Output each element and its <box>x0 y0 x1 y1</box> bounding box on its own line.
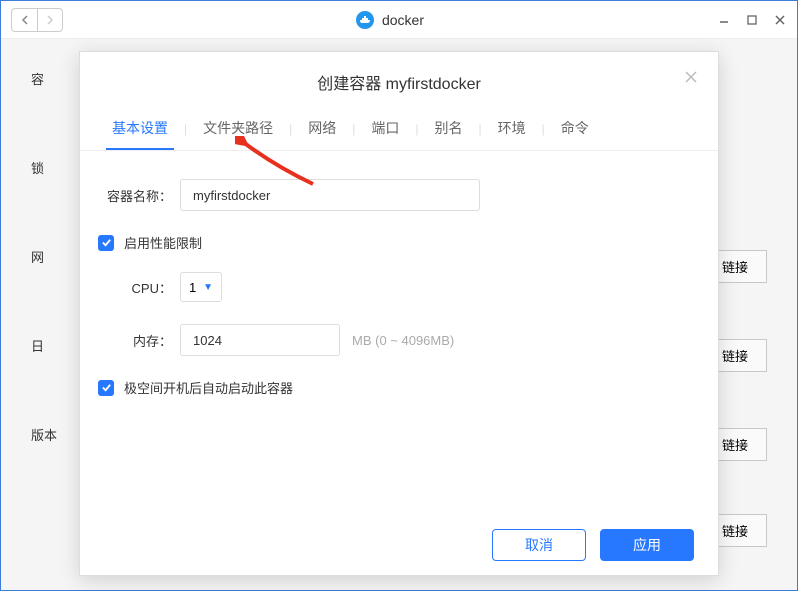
back-button[interactable] <box>11 8 37 32</box>
autostart-label: 极空间开机后自动启动此容器 <box>124 378 293 397</box>
caret-down-icon: ▼ <box>203 282 213 293</box>
autostart-row: 极空间开机后自动启动此容器 <box>98 378 700 397</box>
close-window-button[interactable] <box>773 13 787 27</box>
dialog-footer: 取消 应用 <box>80 515 718 575</box>
tab-basic-settings[interactable]: 基本设置 <box>106 108 174 150</box>
tab-command[interactable]: 命令 <box>555 108 595 150</box>
maximize-button[interactable] <box>745 13 759 27</box>
nav-buttons <box>11 8 63 32</box>
perf-limit-checkbox[interactable] <box>98 235 114 251</box>
dialog-header: 创建容器 myfirstdocker <box>80 52 718 108</box>
minimize-button[interactable] <box>717 13 731 27</box>
tab-alias[interactable]: 别名 <box>429 108 469 150</box>
forward-button[interactable] <box>37 8 63 32</box>
container-name-label: 容器名称： <box>98 186 172 205</box>
cancel-button[interactable]: 取消 <box>492 529 586 561</box>
window-title: docker <box>63 11 717 29</box>
docker-icon <box>356 11 374 29</box>
dialog-title: 创建容器 myfirstdocker <box>317 70 481 94</box>
memory-hint: MB (0 ~ 4096MB) <box>352 333 454 348</box>
window-title-text: docker <box>382 12 424 28</box>
cpu-select[interactable]: 1 ▼ <box>180 272 222 302</box>
tab-bar: 基本设置 | 文件夹路径 | 网络 | 端口 | 别名 | 环境 | 命令 <box>80 108 718 151</box>
memory-input[interactable] <box>180 324 340 356</box>
autostart-checkbox[interactable] <box>98 380 114 396</box>
container-name-input[interactable] <box>180 179 480 211</box>
memory-label: 内存： <box>126 331 172 350</box>
titlebar: docker <box>1 1 797 39</box>
tab-folder-path[interactable]: 文件夹路径 <box>197 108 279 150</box>
tab-environment[interactable]: 环境 <box>492 108 532 150</box>
apply-button[interactable]: 应用 <box>600 529 694 561</box>
tab-port[interactable]: 端口 <box>365 108 405 150</box>
cpu-label: CPU： <box>126 278 172 297</box>
close-icon[interactable] <box>684 70 698 89</box>
dialog-body: 容器名称： 启用性能限制 CPU： 1 ▼ 内存： MB (0 ~ 4096MB… <box>80 151 718 515</box>
perf-limit-label: 启用性能限制 <box>124 233 202 252</box>
cpu-value: 1 <box>189 280 196 295</box>
cpu-row: CPU： 1 ▼ <box>126 272 700 302</box>
perf-limit-row: 启用性能限制 <box>98 233 700 252</box>
container-name-row: 容器名称： <box>98 179 700 211</box>
tab-network[interactable]: 网络 <box>302 108 342 150</box>
create-container-dialog: 创建容器 myfirstdocker 基本设置 | 文件夹路径 | 网络 | 端… <box>79 51 719 576</box>
memory-row: 内存： MB (0 ~ 4096MB) <box>126 324 700 356</box>
window-controls <box>717 13 787 27</box>
